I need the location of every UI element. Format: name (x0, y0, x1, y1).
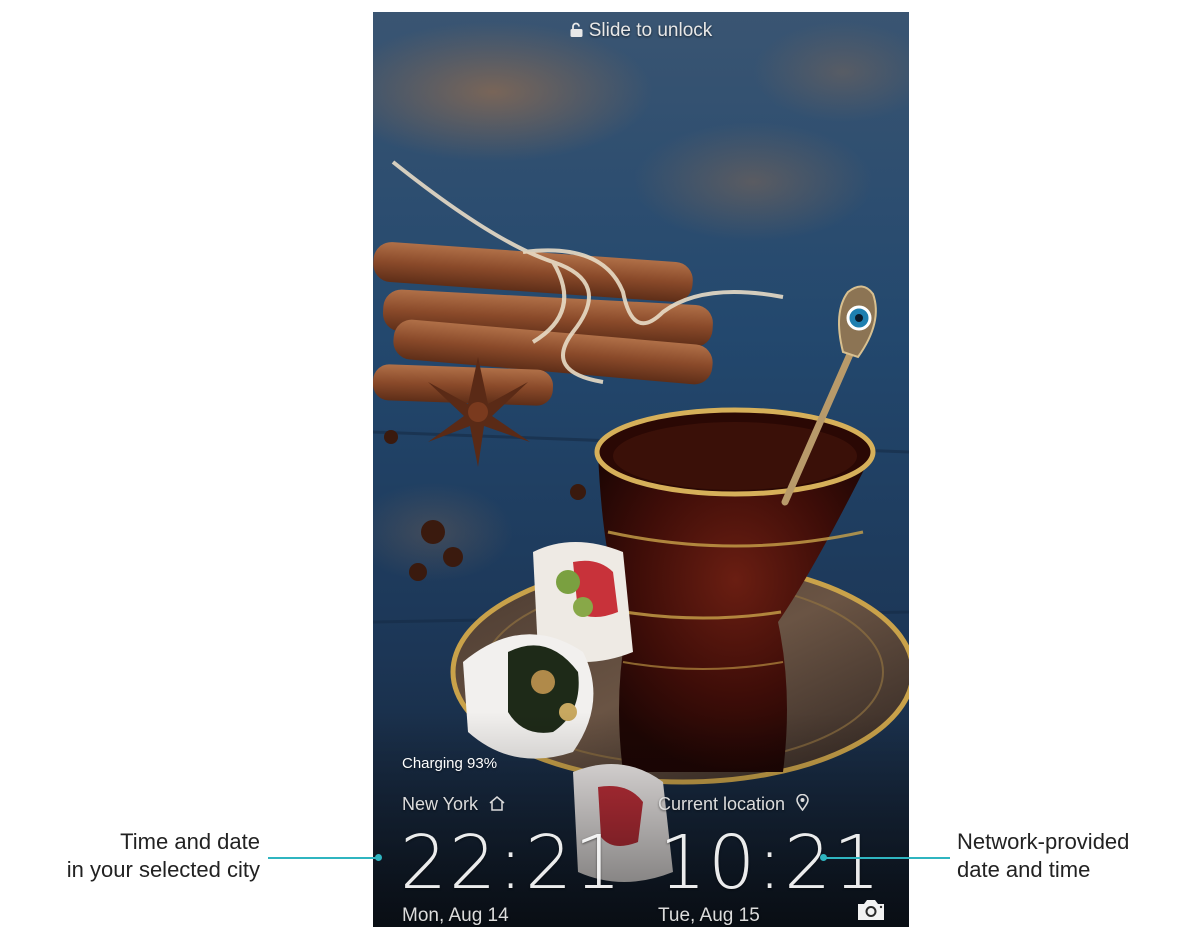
home-icon (489, 795, 505, 816)
home-city-name: New York (402, 794, 479, 814)
lock-screen[interactable]: Slide to unlock Charging 93% New York Cu… (373, 12, 909, 927)
callout-left-leader-line (268, 857, 378, 859)
manual-illustration: Slide to unlock Charging 93% New York Cu… (0, 0, 1192, 927)
callout-left-line-1: Time and date (120, 829, 260, 854)
home-city-date: Mon, Aug 14 (402, 905, 509, 926)
home-city-label: New York (402, 794, 505, 816)
home-city-clock: 22:21 (400, 820, 624, 906)
current-location-name: Current location (658, 794, 786, 814)
callout-left-leader-dot (375, 854, 382, 861)
callout-right-leader-dot (820, 854, 827, 861)
local-date: Tue, Aug 15 (658, 905, 760, 926)
unlock-hint-text: Slide to unlock (588, 20, 713, 41)
callout-right-line-2: date and time (957, 857, 1091, 882)
callout-right-line-1: Network-provided (957, 829, 1130, 854)
callout-network-time: Network-provided date and time (957, 828, 1129, 884)
slide-to-unlock-hint[interactable]: Slide to unlock (373, 20, 909, 43)
callout-right-leader-line (824, 857, 950, 859)
callout-selected-city-time: Time and date in your selected city (67, 828, 260, 884)
padlock-open-icon (570, 21, 583, 43)
wallpaper-image (373, 12, 909, 927)
local-clock: 10:21 (659, 820, 883, 906)
charging-status: Charging 93% (402, 755, 498, 772)
current-location-label: Current location (658, 794, 809, 816)
location-pin-icon (796, 794, 809, 816)
callout-left-line-2: in your selected city (66, 857, 260, 882)
camera-icon (856, 900, 886, 926)
camera-shortcut-button[interactable] (856, 898, 886, 922)
